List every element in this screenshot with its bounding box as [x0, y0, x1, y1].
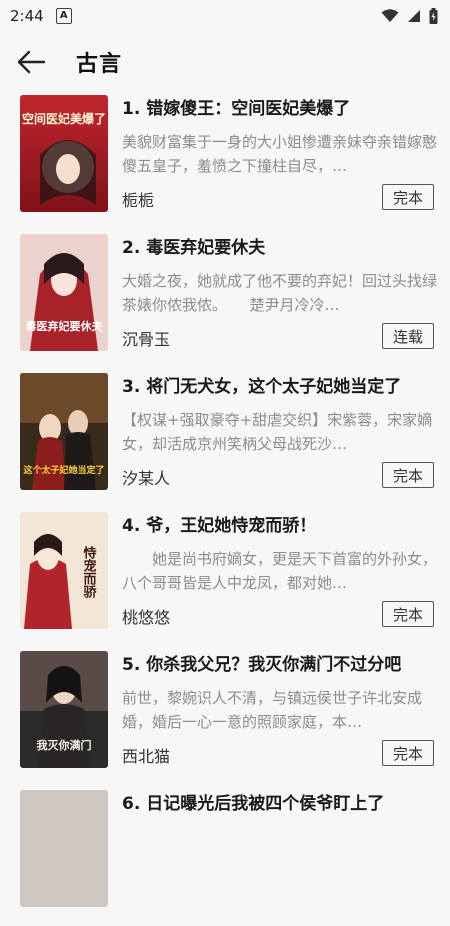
book-author: 汐某人	[122, 469, 171, 488]
status-button[interactable]: 完本	[382, 462, 434, 488]
book-author: 桃悠悠	[122, 608, 171, 627]
book-title[interactable]: 6. 日记曝光后我被四个侯爷盯上了	[122, 789, 384, 814]
book-author: 沉骨玉	[122, 330, 171, 349]
book-item-1[interactable]: 空间医妃美爆了 1. 错嫁傻王：空间医妃美爆了 美貌财富集于一身的大小姐惨遭亲妹…	[0, 92, 450, 231]
notification-icon: A	[55, 8, 72, 24]
book-description: 她是尚书府嫡女，更是天下首富的外孙女，八个哥哥皆是人中龙凤，都对她…	[122, 550, 438, 592]
status-bar: 2:44 A	[0, 0, 450, 32]
book-description: 【权谋+强取豪夺+甜虐交织】宋紫蓉，宋家嫡女，却活成京州笑柄父母战死沙…	[122, 411, 433, 453]
book-title[interactable]: 5. 你杀我父兄？我灭你满门不过分吧	[122, 650, 440, 675]
cover-title-text: 毒医弃妃要休夫	[26, 319, 104, 333]
page-title: 古言	[76, 52, 123, 77]
book-title[interactable]: 2. 毒医弃妃要休夫	[122, 233, 440, 258]
book-description: 前世，黎婉识人不清，与镇远侯世子许北安成婚，婚后一心一意的照顾家庭，本…	[122, 689, 423, 731]
book-item-3[interactable]: 这个太子妃她当定了 3. 将门无犬女，这个太子妃她当定了 【权谋+强取豪夺+甜虐…	[0, 370, 450, 509]
status-button[interactable]: 完本	[382, 740, 434, 766]
book-description: 大婚之夜，她就成了他不要的弃妃！回过头找绿茶婊你侬我侬。 楚尹月冷冷…	[122, 272, 438, 314]
status-time: 2:44	[10, 7, 44, 25]
book-item-2[interactable]: 毒医弃妃要休夫 2. 毒医弃妃要休夫 大婚之夜，她就成了他不要的弃妃！回过头找绿…	[0, 231, 450, 370]
book-cover[interactable]: 这个太子妃她当定了	[20, 373, 108, 490]
cover-title-text: 这个太子妃她当定了	[23, 464, 104, 476]
back-button[interactable]	[0, 32, 62, 92]
status-button[interactable]: 完本	[382, 601, 434, 627]
status-button[interactable]: 连载	[382, 323, 434, 349]
signal-icon	[408, 10, 420, 22]
cover-title-text: 我灭你满门	[37, 738, 92, 752]
book-title[interactable]: 1. 错嫁傻王：空间医妃美爆了	[122, 94, 440, 119]
book-author: 栀栀	[122, 191, 155, 210]
book-cover[interactable]: 恃宠而骄	[20, 512, 108, 629]
book-item-5[interactable]: 我灭你满门 5. 你杀我父兄？我灭你满门不过分吧 前世，黎婉识人不清，与镇远侯世…	[0, 648, 450, 787]
book-cover[interactable]: 我灭你满门	[20, 651, 108, 768]
status-left: 2:44 A	[10, 7, 72, 25]
book-item-6-partial[interactable]: 6. 日记曝光后我被四个侯爷盯上了	[0, 787, 450, 926]
app-bar: 古言	[0, 32, 450, 92]
arrow-left-icon	[17, 50, 46, 74]
status-right	[381, 8, 438, 24]
cover-title-text: 恃宠而骄	[81, 545, 98, 599]
book-author: 西北猫	[122, 747, 171, 766]
status-button[interactable]: 完本	[382, 184, 434, 210]
book-title[interactable]: 3. 将门无犬女，这个太子妃她当定了	[122, 372, 440, 397]
book-cover[interactable]	[20, 790, 108, 907]
book-title[interactable]: 4. 爷，王妃她恃宠而骄！	[122, 511, 440, 536]
battery-icon	[429, 8, 438, 24]
wifi-icon	[381, 9, 399, 22]
book-cover[interactable]: 空间医妃美爆了	[20, 95, 108, 212]
book-item-4[interactable]: 恃宠而骄 4. 爷，王妃她恃宠而骄！ 她是尚书府嫡女，更是天下首富的外孙女，八个…	[0, 509, 450, 648]
book-list: 空间医妃美爆了 1. 错嫁傻王：空间医妃美爆了 美貌财富集于一身的大小姐惨遭亲妹…	[0, 92, 450, 926]
book-cover[interactable]: 毒医弃妃要休夫	[20, 234, 108, 351]
cover-title-text: 空间医妃美爆了	[22, 111, 106, 126]
book-description: 美貌财富集于一身的大小姐惨遭亲妹夺亲错嫁憨傻五皇子，羞愤之下撞柱自尽，…	[122, 133, 438, 175]
